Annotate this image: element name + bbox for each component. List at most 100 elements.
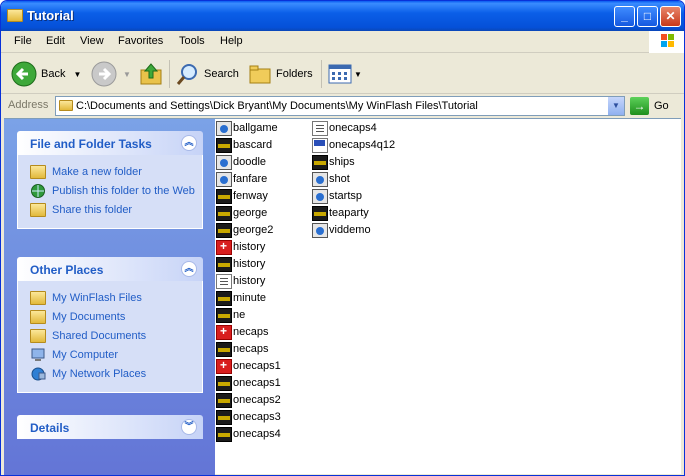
movie-icon xyxy=(216,307,232,323)
file-name: ballgame xyxy=(233,122,278,134)
my-network-places-link[interactable]: My Network Places xyxy=(18,365,202,384)
file-name: history xyxy=(233,241,266,253)
task-label: Share this folder xyxy=(52,204,133,216)
file-item[interactable]: history xyxy=(216,273,265,289)
file-item[interactable]: shot xyxy=(312,171,350,187)
folders-label: Folders xyxy=(276,68,313,80)
panel-body: My WinFlash Files My Documents Shared Do… xyxy=(17,281,203,393)
file-item[interactable]: george2 xyxy=(216,222,273,238)
flv-icon xyxy=(312,188,328,204)
movie-icon xyxy=(216,426,232,442)
movie-icon xyxy=(216,392,232,408)
file-item[interactable]: george xyxy=(216,205,267,221)
file-name: history xyxy=(233,275,266,287)
file-item[interactable]: onecaps4 xyxy=(216,426,281,442)
task-label: Publish this folder to the Web xyxy=(52,185,195,197)
file-item[interactable]: ne xyxy=(216,307,245,323)
doc-icon xyxy=(216,273,232,289)
standard-toolbar: Back ▼ ▼ Search Folders ▼ xyxy=(1,54,684,94)
file-name: onecaps2 xyxy=(233,394,281,406)
maximize-button[interactable]: □ xyxy=(637,6,658,27)
flv-icon xyxy=(216,154,232,170)
file-item[interactable]: onecaps3 xyxy=(216,409,281,425)
file-name: ne xyxy=(233,309,246,321)
collapse-chevron-icon[interactable]: ︽ xyxy=(181,261,197,277)
file-name: history xyxy=(233,258,266,270)
file-item[interactable]: onecaps4q12 xyxy=(312,137,395,153)
panel-header[interactable]: Other Places ︽ xyxy=(17,257,203,281)
folder-icon xyxy=(59,100,73,111)
file-item[interactable]: necaps xyxy=(216,324,268,340)
file-item[interactable]: history xyxy=(216,239,265,255)
file-item[interactable]: ballgame xyxy=(216,120,278,136)
title-bar[interactable]: Tutorial _ □ ✕ xyxy=(1,1,684,31)
menu-tools[interactable]: Tools xyxy=(179,35,205,47)
back-button[interactable]: Back ▼ xyxy=(11,58,81,90)
file-name: minute xyxy=(233,292,267,304)
file-item[interactable]: bascard xyxy=(216,137,272,153)
my-documents-link[interactable]: My Documents xyxy=(18,308,202,327)
computer-icon xyxy=(31,348,45,361)
other-places-panel: Other Places ︽ My WinFlash Files My Docu… xyxy=(17,257,203,393)
back-label: Back xyxy=(41,68,66,80)
file-item[interactable]: necaps xyxy=(216,341,268,357)
network-icon xyxy=(31,367,46,381)
expand-chevron-icon[interactable]: ︾ xyxy=(181,419,197,435)
file-item[interactable]: doodle xyxy=(216,154,266,170)
windows-logo-icon xyxy=(649,31,684,53)
task-label: Make a new folder xyxy=(52,166,142,178)
file-item[interactable]: onecaps1 xyxy=(216,358,281,374)
menu-file[interactable]: File xyxy=(14,35,32,47)
file-item[interactable]: onecaps4 xyxy=(312,120,377,136)
file-name: onecaps4 xyxy=(329,122,377,134)
details-panel: Details ︾ xyxy=(17,415,203,439)
file-name: viddemo xyxy=(329,224,371,236)
file-item[interactable]: minute xyxy=(216,290,266,306)
forward-button[interactable]: ▼ xyxy=(91,58,131,90)
address-input[interactable]: C:\Documents and Settings\Dick Bryant\My… xyxy=(55,96,625,116)
file-item[interactable]: viddemo xyxy=(312,222,371,238)
file-item[interactable]: fenway xyxy=(216,188,268,204)
make-new-folder-link[interactable]: Make a new folder xyxy=(18,163,202,182)
shared-documents-link[interactable]: Shared Documents xyxy=(18,327,202,346)
share-folder-link[interactable]: Share this folder xyxy=(18,201,202,220)
flv-icon xyxy=(312,171,328,187)
search-button[interactable]: Search xyxy=(176,58,239,90)
panel-title: Other Places xyxy=(30,263,104,277)
file-item[interactable]: fanfare xyxy=(216,171,267,187)
address-dropdown-button[interactable]: ▼ xyxy=(607,97,624,115)
file-name: ships xyxy=(329,156,355,168)
collapse-chevron-icon[interactable]: ︽ xyxy=(181,135,197,151)
file-name: teaparty xyxy=(329,207,369,219)
file-name: onecaps3 xyxy=(233,411,281,423)
close-button[interactable]: ✕ xyxy=(660,6,681,27)
go-button[interactable]: → Go xyxy=(630,97,669,115)
file-item[interactable]: startsp xyxy=(312,188,362,204)
movie-icon xyxy=(216,375,232,391)
views-icon xyxy=(328,64,352,84)
folders-button[interactable]: Folders xyxy=(248,58,313,90)
file-item[interactable]: history xyxy=(216,256,265,272)
panel-header[interactable]: Details ︾ xyxy=(17,415,203,439)
publish-web-link[interactable]: Publish this folder to the Web xyxy=(18,182,202,201)
menu-edit[interactable]: Edit xyxy=(46,35,65,47)
file-item[interactable]: onecaps2 xyxy=(216,392,281,408)
panel-header[interactable]: File and Folder Tasks ︽ xyxy=(17,131,203,155)
my-computer-link[interactable]: My Computer xyxy=(18,346,202,365)
new-folder-icon xyxy=(30,165,46,179)
movie-icon xyxy=(216,222,232,238)
file-item[interactable]: ships xyxy=(312,154,355,170)
file-list: ballgame bascard doodle fanfare fenway george… xyxy=(215,119,681,475)
views-button[interactable]: ▼ xyxy=(328,58,362,90)
menu-view[interactable]: View xyxy=(80,35,104,47)
up-folder-button[interactable] xyxy=(139,58,163,90)
content-area: File and Folder Tasks ︽ Make a new folde… xyxy=(4,118,681,475)
menu-help[interactable]: Help xyxy=(220,35,243,47)
menu-favorites[interactable]: Favorites xyxy=(118,35,163,47)
movie-icon xyxy=(216,290,232,306)
file-item[interactable]: teaparty xyxy=(312,205,369,221)
my-winflash-files-link[interactable]: My WinFlash Files xyxy=(18,289,202,308)
file-item[interactable]: onecaps1 xyxy=(216,375,281,391)
go-label: Go xyxy=(654,100,669,112)
minimize-button[interactable]: _ xyxy=(614,6,635,27)
